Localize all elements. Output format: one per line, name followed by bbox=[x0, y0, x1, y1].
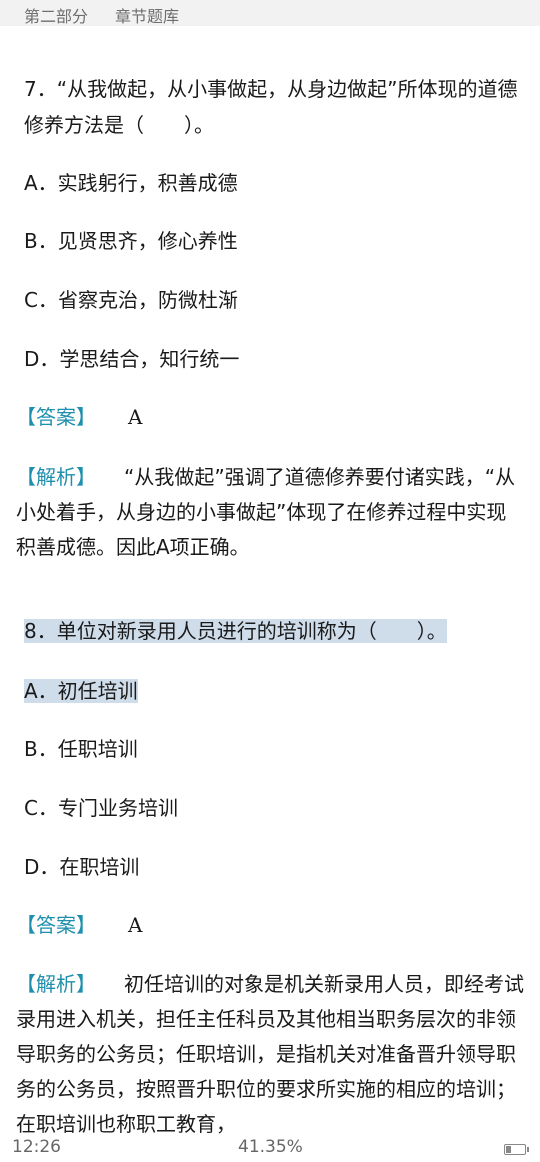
highlighted-stem[interactable]: 8．单位对新录用人员进行的培训称为（ ）。 bbox=[24, 619, 447, 643]
question-8-analysis[interactable]: 【解析】 初任培训的对象是机关新录用人员，即经考试录用进入机关，担任主任科员及其他… bbox=[16, 967, 524, 1142]
question-8-option-c[interactable]: C．专门业务培训 bbox=[24, 792, 178, 824]
question-7-option-c[interactable]: C．省察克治，防微杜渐 bbox=[24, 284, 238, 316]
question-8-option-d[interactable]: D．在职培训 bbox=[24, 851, 139, 883]
question-7-answer[interactable]: 【答案】 A bbox=[16, 401, 142, 433]
question-8-option-b[interactable]: B．任职培训 bbox=[24, 733, 138, 765]
part-title: 第二部分 bbox=[24, 7, 89, 26]
question-7-analysis[interactable]: 【解析】 “从我做起”强调了道德修养要付诸实践，“从小处着手，从身边的小事做起”体… bbox=[16, 460, 524, 565]
analysis-label: 【解析】 bbox=[16, 972, 96, 996]
reading-progress: 41.35% bbox=[238, 1137, 303, 1157]
analysis-label: 【解析】 bbox=[16, 465, 96, 489]
question-8-stem[interactable]: 8．单位对新录用人员进行的培训称为（ ）。 bbox=[24, 613, 524, 649]
battery-level bbox=[506, 1146, 511, 1153]
highlighted-option[interactable]: A．初任培训 bbox=[24, 679, 138, 703]
question-7-option-b[interactable]: B．见贤思齐，修心养性 bbox=[24, 225, 238, 257]
reader-status-bar: 12:26 41.35% bbox=[0, 1134, 540, 1162]
chapter-title: 章节题库 bbox=[115, 7, 180, 26]
question-8-option-a[interactable]: A．初任培训 bbox=[24, 675, 138, 707]
question-8-answer[interactable]: 【答案】 A bbox=[16, 909, 142, 941]
answer-label: 【答案】 bbox=[16, 913, 96, 937]
answer-value: A bbox=[128, 913, 143, 937]
battery-icon bbox=[504, 1144, 529, 1155]
question-7-option-d[interactable]: D．学思结合，知行统一 bbox=[24, 343, 239, 375]
question-7-option-a[interactable]: A．实践躬行，积善成德 bbox=[24, 167, 238, 199]
answer-value: A bbox=[128, 405, 143, 429]
reader-header: 第二部分 章节题库 bbox=[0, 0, 540, 26]
answer-label: 【答案】 bbox=[16, 405, 96, 429]
analysis-text: 初任培训的对象是机关新录用人员，即经考试录用进入机关，担任主任科员及其他相当职务… bbox=[16, 972, 524, 1136]
clock-time: 12:26 bbox=[12, 1137, 61, 1157]
question-7-stem[interactable]: 7．“从我做起，从小事做起，从身边做起”所体现的道德修养方法是（ ）。 bbox=[24, 71, 524, 143]
